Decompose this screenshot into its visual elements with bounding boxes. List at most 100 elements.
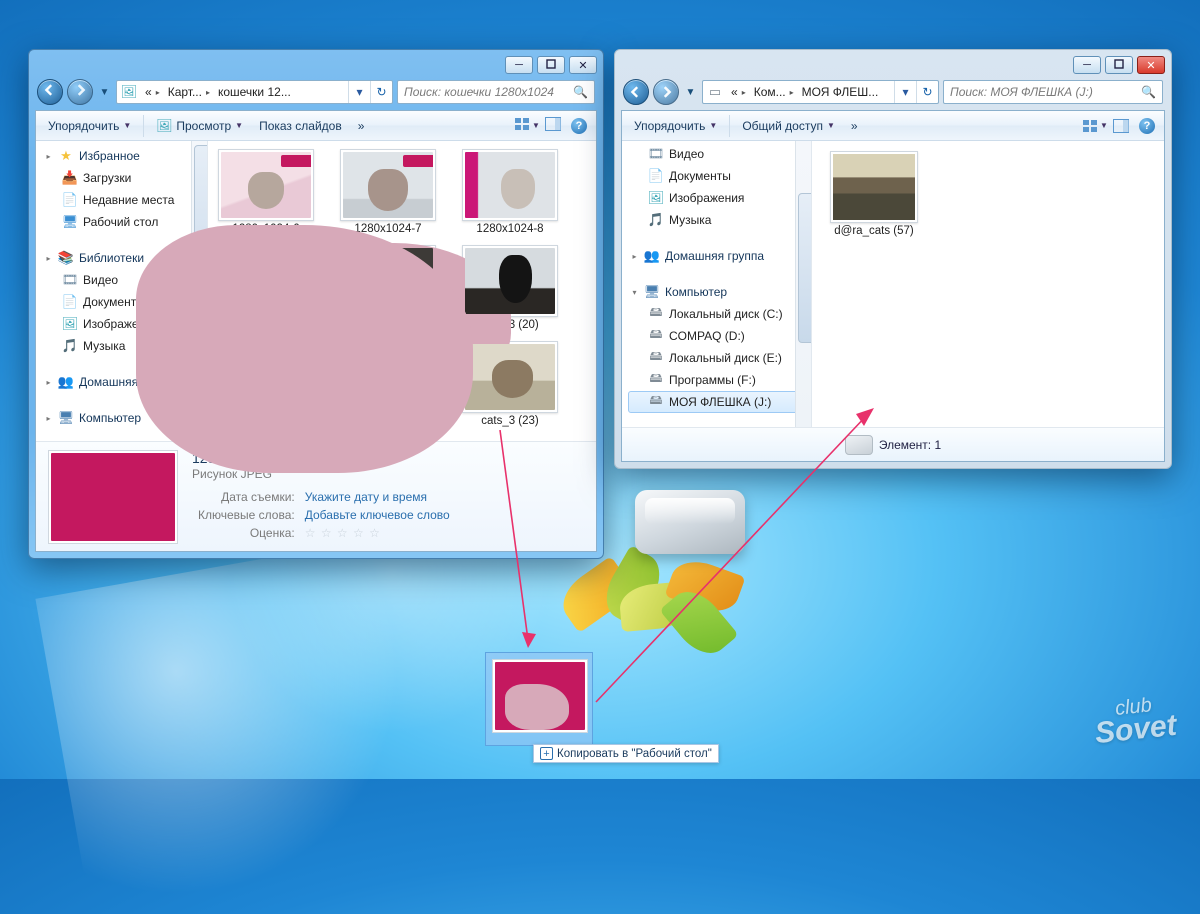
details-rating-label: Оценка:	[194, 525, 299, 541]
homegroup-header[interactable]: ▸👥 Домашняя группа	[628, 245, 811, 267]
breadcrumb-seg-1[interactable]: Ком...	[754, 85, 786, 99]
hdd-icon: 🖴	[648, 350, 664, 366]
maximize-button[interactable]	[537, 56, 565, 74]
nav-back-button[interactable]	[37, 79, 63, 105]
drive-d[interactable]: 🖴 COMPAQ (D:)	[628, 325, 811, 347]
file-item[interactable]: cats_3 (23)	[458, 341, 562, 427]
details-date-value[interactable]: Укажите дату и время	[301, 489, 454, 505]
thumbnails-icon	[514, 117, 530, 134]
organize-button[interactable]: Упорядочить▼	[40, 114, 139, 138]
refresh-button[interactable]: ↻	[916, 81, 938, 103]
help-button[interactable]: ?	[566, 115, 592, 137]
drive-e[interactable]: 🖴 Локальный диск (E:)	[628, 347, 811, 369]
help-button[interactable]: ?	[1134, 115, 1160, 137]
minimize-button[interactable]: ─	[1073, 56, 1101, 74]
close-button[interactable]: ✕	[1137, 56, 1165, 74]
search-box[interactable]: Поиск: кошечки 1280x1024 🔍	[397, 80, 595, 104]
address-dropdown[interactable]: ▾	[894, 81, 916, 103]
drive-j-flashdrive[interactable]: 🖴 МОЯ ФЛЕШКА (J:)	[628, 391, 811, 413]
hdd-icon: 🖴	[648, 306, 664, 322]
library-pictures[interactable]: 🖼 Изображения	[628, 187, 811, 209]
favorites-desktop[interactable]: 🖥 Рабочий стол	[42, 211, 207, 233]
toolbar-overflow[interactable]: »	[350, 114, 373, 138]
address-bar[interactable]: 🖼 «▸ Карт...▸ кошечки 12... ▾ ↻	[116, 80, 393, 104]
usb-drive-icon: 🖴	[648, 394, 664, 410]
file-list[interactable]: d@ra_cats (57)	[812, 141, 1164, 427]
explorer-window-pictures[interactable]: ─ ✕ ▼ 🖼 «▸ Карт...▸ кошечки 12... ▾ ↻ По…	[28, 49, 604, 559]
search-placeholder: Поиск: МОЯ ФЛЕШКА (J:)	[950, 85, 1093, 99]
computer-icon: 🖥	[644, 284, 660, 300]
library-video[interactable]: 🎞 Видео	[628, 143, 811, 165]
maximize-button[interactable]	[1105, 56, 1133, 74]
folder-pictures-icon: 🖼	[121, 84, 137, 100]
arrow-left-icon	[44, 83, 56, 101]
breadcrumb-seg-2[interactable]: МОЯ ФЛЕШ...	[802, 85, 879, 99]
details-tags-label: Ключевые слова:	[194, 507, 299, 523]
drive-c[interactable]: 🖴 Локальный диск (C:)	[628, 303, 811, 325]
libraries-icon: 📚	[58, 250, 74, 266]
arrow-right-icon	[74, 83, 86, 101]
navpane-scrollbar[interactable]	[795, 141, 811, 427]
share-button[interactable]: Общий доступ▼	[734, 114, 843, 138]
details-thumbnail	[48, 450, 178, 544]
hdd-icon: 🖴	[648, 372, 664, 388]
nav-forward-button[interactable]	[653, 79, 679, 105]
drag-preview	[485, 652, 593, 746]
search-placeholder: Поиск: кошечки 1280x1024	[404, 85, 554, 99]
refresh-button[interactable]: ↻	[370, 81, 392, 103]
details-pane: 1280x1024-9 Рисунок JPEG Дата съемки: Ук…	[36, 441, 596, 551]
details-date-label: Дата съемки:	[194, 489, 299, 505]
nav-history-dropdown[interactable]: ▼	[683, 87, 698, 98]
search-icon: 🔍	[1141, 85, 1156, 99]
file-item[interactable]: 1280x1024-6	[214, 149, 318, 235]
search-icon: 🔍	[573, 85, 588, 99]
favorites-recent[interactable]: 📄 Недавние места	[42, 189, 207, 211]
breadcrumb-seg-2[interactable]: кошечки 12...	[218, 85, 291, 99]
favorites-header[interactable]: ▸★ Избранное	[42, 145, 207, 167]
address-bar[interactable]: ▭ «▸ Ком...▸ МОЯ ФЛЕШ... ▾ ↻	[702, 80, 939, 104]
nav-forward-button[interactable]	[67, 79, 93, 105]
file-item[interactable]: 1280x1024-7	[336, 149, 440, 235]
status-bar: Элемент: 1	[622, 427, 1164, 461]
close-icon: ✕	[1146, 59, 1155, 72]
toolbar-overflow[interactable]: »	[843, 114, 866, 138]
drag-tooltip: + Копировать в "Рабочий стол"	[533, 744, 719, 763]
toolbar: Упорядочить▼ 🖼 Просмотр▼ Показ слайдов »…	[36, 111, 596, 141]
preview-pane-toggle[interactable]	[1108, 115, 1134, 137]
view-mode-button[interactable]: ▼	[514, 115, 540, 137]
titlebar[interactable]: ─ ✕	[35, 56, 597, 78]
documents-icon: 📄	[62, 294, 78, 310]
file-item[interactable]: d@ra_cats (57)	[822, 151, 926, 237]
library-documents[interactable]: 📄 Документы	[628, 165, 811, 187]
favorites-downloads[interactable]: 📥 Загрузки	[42, 167, 207, 189]
maximize-icon	[546, 59, 556, 72]
details-rating-stars[interactable]: ☆ ☆ ☆ ☆ ☆	[301, 525, 454, 541]
minimize-button[interactable]: ─	[505, 56, 533, 74]
slideshow-button[interactable]: Показ слайдов	[251, 114, 350, 138]
view-mode-button[interactable]: ▼	[1082, 115, 1108, 137]
address-dropdown[interactable]: ▾	[348, 81, 370, 103]
organize-button[interactable]: Упорядочить▼	[626, 114, 725, 138]
status-drive-icon	[845, 435, 873, 455]
search-box[interactable]: Поиск: МОЯ ФЛЕШКА (J:) 🔍	[943, 80, 1163, 104]
navigation-pane[interactable]: 🎞 Видео 📄 Документы 🖼 Изображения 🎵 Музы…	[622, 141, 812, 427]
library-music[interactable]: 🎵 Музыка	[628, 209, 811, 231]
homegroup-icon: 👥	[644, 248, 660, 264]
pictures-icon: 🖼	[62, 316, 78, 332]
music-icon: 🎵	[648, 212, 664, 228]
details-tags-value[interactable]: Добавьте ключевое слово	[301, 507, 454, 523]
close-button[interactable]: ✕	[569, 56, 597, 74]
status-text: Элемент: 1	[879, 438, 941, 452]
drive-f[interactable]: 🖴 Программы (F:)	[628, 369, 811, 391]
nav-back-button[interactable]	[623, 79, 649, 105]
nav-history-dropdown[interactable]: ▼	[97, 87, 112, 98]
preview-button[interactable]: 🖼 Просмотр▼	[148, 114, 251, 138]
file-item[interactable]: 1280x1024-8	[458, 149, 562, 235]
breadcrumb-seg-1[interactable]: Карт...	[168, 85, 202, 99]
pane-icon	[545, 117, 561, 134]
titlebar[interactable]: ─ ✕	[621, 56, 1165, 78]
desktop-drive-icon	[625, 480, 755, 572]
explorer-window-flashdrive[interactable]: ─ ✕ ▼ ▭ «▸ Ком...▸ МОЯ ФЛЕШ... ▾ ↻ Поиск…	[614, 49, 1172, 469]
computer-header[interactable]: ▾🖥 Компьютер	[628, 281, 811, 303]
preview-pane-toggle[interactable]	[540, 115, 566, 137]
